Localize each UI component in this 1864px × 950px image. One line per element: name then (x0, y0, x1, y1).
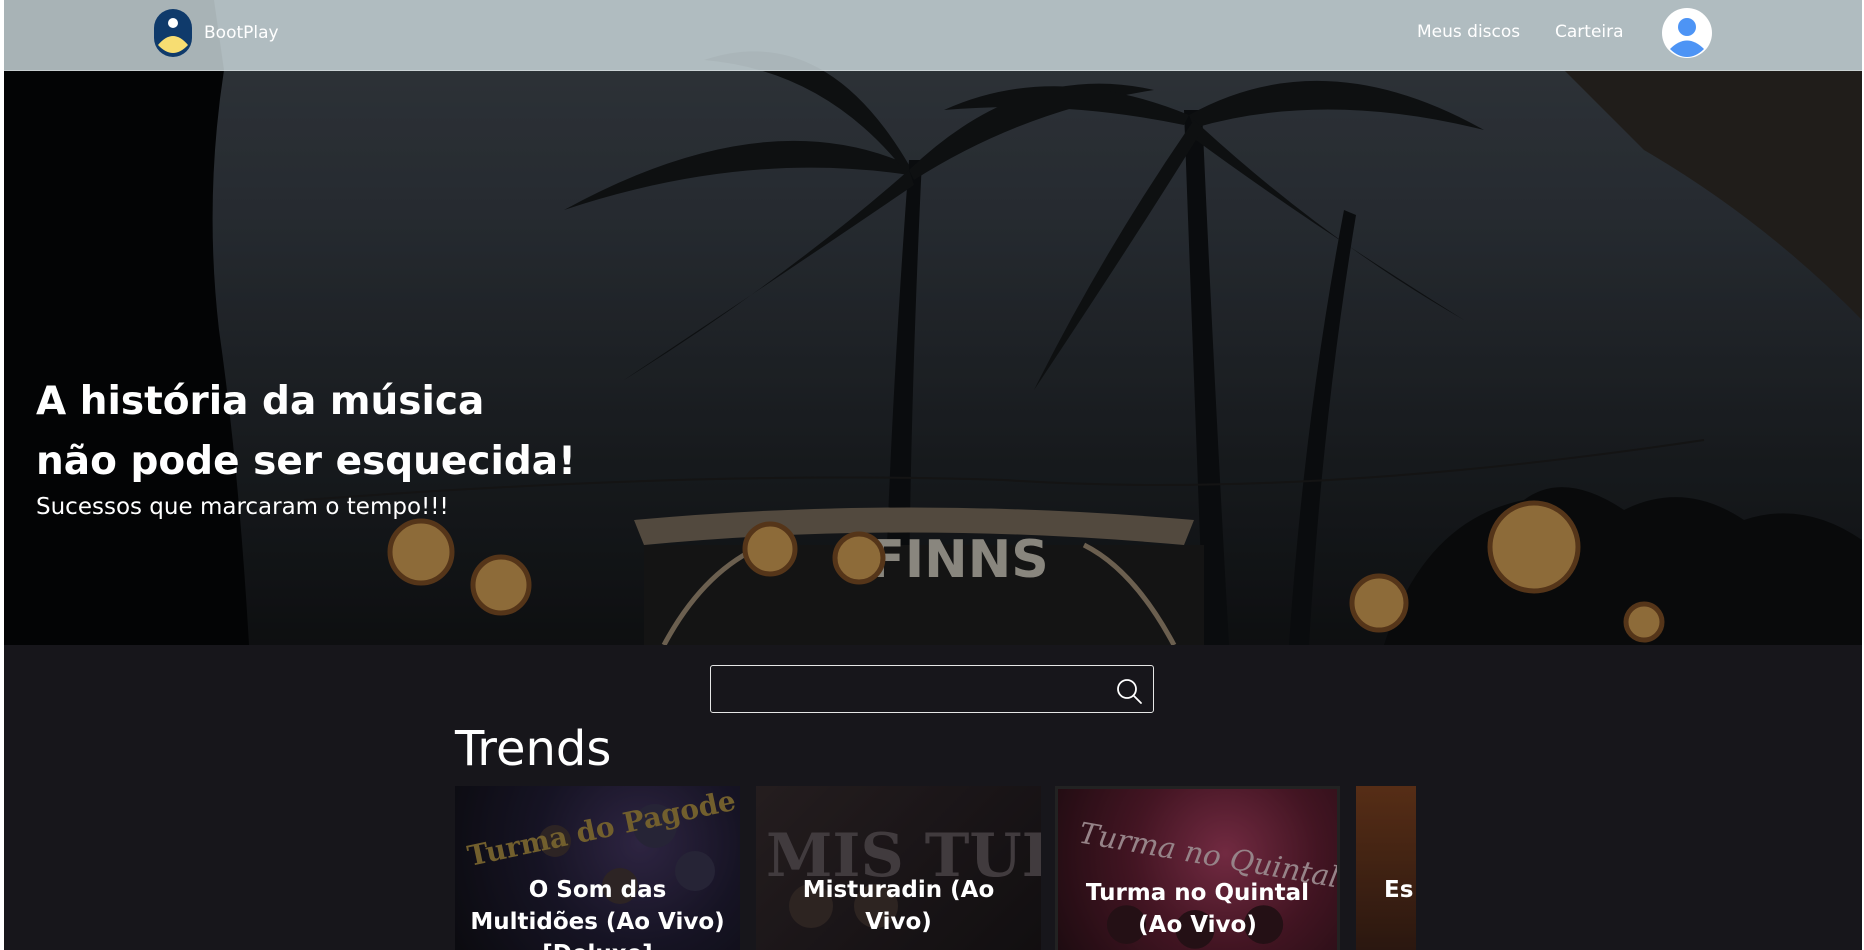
app-frame: FINNS BootPlay Meus discos Carteira A hi… (4, 0, 1862, 950)
search-icon[interactable] (1115, 677, 1143, 705)
hero-copy: A história da música não pode ser esquec… (36, 372, 636, 522)
album-title: O Som das Multidões (Ao Vivo) [Deluxe] (470, 877, 725, 950)
hero-title-line-2: não pode ser esquecida! (36, 439, 576, 484)
user-avatar-icon[interactable] (1662, 8, 1712, 58)
nav-link-meus-discos[interactable]: Meus discos (1417, 22, 1520, 42)
search-box (710, 665, 1154, 713)
album-title: Turma no Quintal (Ao Vivo) (1085, 880, 1310, 938)
top-navbar: BootPlay Meus discos Carteira (4, 0, 1862, 71)
trends-heading: Trends (455, 721, 612, 777)
hero-overlay (4, 0, 1862, 645)
hero-subtitle: Sucessos que marcaram o tempo!!! (36, 494, 449, 520)
album-title: Es (1384, 877, 1414, 903)
album-card[interactable]: Es (1356, 786, 1416, 950)
hero-title: A história da música não pode ser esquec… (36, 372, 636, 492)
album-title: Misturadin (Ao Vivo) (802, 877, 995, 935)
album-card-overlay (1356, 786, 1416, 950)
album-card[interactable]: Turma do Pagode O Som das Multidões (Ao … (455, 786, 740, 950)
search-input[interactable] (721, 672, 1095, 708)
trends-carousel: Turma do Pagode O Som das Multidões (Ao … (455, 786, 1416, 950)
album-card[interactable]: MIS TURA Misturadin (Ao Vivo) (756, 786, 1041, 950)
hero-title-line-1: A história da música (36, 379, 485, 424)
nav-link-carteira[interactable]: Carteira (1555, 22, 1624, 42)
brand-name: BootPlay (204, 23, 279, 43)
bootplay-logo-icon (154, 9, 192, 57)
album-card[interactable]: Turma no Quintal Turma no Quintal (Ao Vi… (1055, 786, 1340, 950)
brand[interactable]: BootPlay (154, 9, 279, 57)
hero-banner: FINNS BootPlay Meus discos Carteira A hi… (4, 0, 1862, 645)
